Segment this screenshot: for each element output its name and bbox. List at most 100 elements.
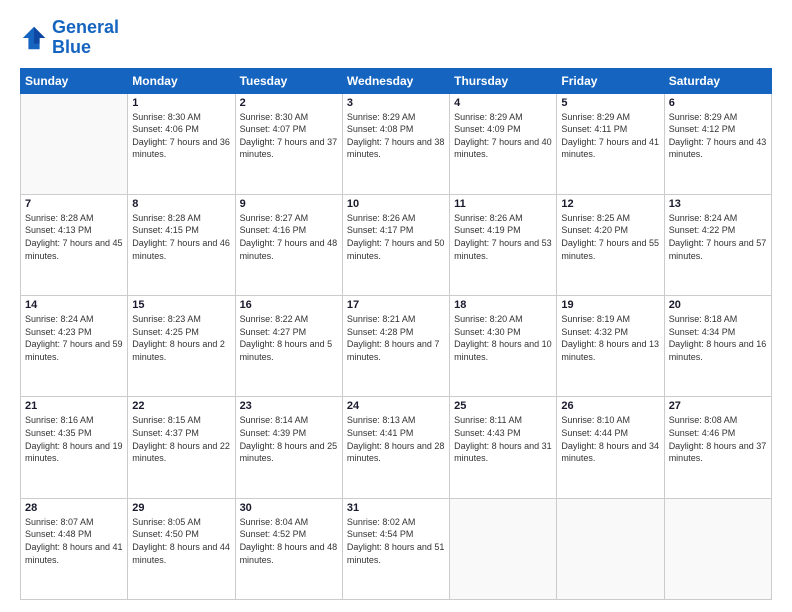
day-number: 28 — [25, 502, 123, 514]
calendar-cell: 14Sunrise: 8:24 AMSunset: 4:23 PMDayligh… — [21, 296, 128, 397]
calendar-cell: 9Sunrise: 8:27 AMSunset: 4:16 PMDaylight… — [235, 194, 342, 295]
calendar-cell: 7 Sunrise: 8:28 AMSunset: 4:13 PMDaylight… — [21, 194, 128, 295]
day-info: Sunrise: 8:08 AMSunset: 4:46 PMDaylight:… — [669, 414, 767, 464]
day-number: 4 — [454, 97, 552, 109]
day-number: 30 — [240, 502, 338, 514]
day-number: 7 — [25, 198, 123, 210]
weekday-header-sunday: Sunday — [21, 68, 128, 93]
day-number: 23 — [240, 400, 338, 412]
header: General Blue — [20, 18, 772, 58]
day-number: 1 — [132, 97, 230, 109]
day-number: 31 — [347, 502, 445, 514]
day-info: Sunrise: 8:16 AMSunset: 4:35 PMDaylight:… — [25, 414, 123, 464]
day-info: Sunrise: 8:22 AMSunset: 4:27 PMDaylight:… — [240, 313, 338, 363]
calendar-cell: 1 Sunrise: 8:30 AMSunset: 4:06 PMDaylight… — [128, 93, 235, 194]
day-info: Sunrise: 8:13 AMSunset: 4:41 PMDaylight:… — [347, 414, 445, 464]
day-info: Sunrise: 8:11 AMSunset: 4:43 PMDaylight:… — [454, 414, 552, 464]
day-number: 26 — [561, 400, 659, 412]
week-row-3: 14Sunrise: 8:24 AMSunset: 4:23 PMDayligh… — [21, 296, 772, 397]
week-row-4: 21 Sunrise: 8:16 AMSunset: 4:35 PMDayligh… — [21, 397, 772, 498]
page: General Blue SundayMondayTuesdayWednesda… — [0, 0, 792, 612]
day-number: 6 — [669, 97, 767, 109]
weekday-header-thursday: Thursday — [450, 68, 557, 93]
weekday-header-saturday: Saturday — [664, 68, 771, 93]
day-info: Sunrise: 8:29 AMSunset: 4:09 PMDaylight:… — [454, 111, 552, 161]
day-number: 21 — [25, 400, 123, 412]
day-number: 11 — [454, 198, 552, 210]
day-number: 12 — [561, 198, 659, 210]
calendar-cell: 13Sunrise: 8:24 AMSunset: 4:22 PMDayligh… — [664, 194, 771, 295]
calendar-cell: 11 Sunrise: 8:26 AMSunset: 4:19 PMDayligh… — [450, 194, 557, 295]
logo-text: General Blue — [52, 18, 119, 58]
calendar-cell: 29Sunrise: 8:05 AMSunset: 4:50 PMDayligh… — [128, 498, 235, 599]
day-info: Sunrise: 8:02 AMSunset: 4:54 PMDaylight:… — [347, 516, 445, 566]
calendar-cell: 30 Sunrise: 8:04 AMSunset: 4:52 PMDayligh… — [235, 498, 342, 599]
calendar-cell: 20Sunrise: 8:18 AMSunset: 4:34 PMDayligh… — [664, 296, 771, 397]
calendar-cell: 21 Sunrise: 8:16 AMSunset: 4:35 PMDayligh… — [21, 397, 128, 498]
calendar-cell: 15 Sunrise: 8:23 AMSunset: 4:25 PMDayligh… — [128, 296, 235, 397]
weekday-header-friday: Friday — [557, 68, 664, 93]
day-number: 25 — [454, 400, 552, 412]
weekday-header-monday: Monday — [128, 68, 235, 93]
calendar-cell: 3 Sunrise: 8:29 AMSunset: 4:08 PMDaylight… — [342, 93, 449, 194]
day-number: 3 — [347, 97, 445, 109]
day-info: Sunrise: 8:29 AMSunset: 4:12 PMDaylight:… — [669, 111, 767, 161]
calendar-cell: 18Sunrise: 8:20 AMSunset: 4:30 PMDayligh… — [450, 296, 557, 397]
day-info: Sunrise: 8:26 AMSunset: 4:19 PMDaylight:… — [454, 212, 552, 262]
day-info: Sunrise: 8:14 AMSunset: 4:39 PMDaylight:… — [240, 414, 338, 464]
week-row-1: 1 Sunrise: 8:30 AMSunset: 4:06 PMDaylight… — [21, 93, 772, 194]
day-info: Sunrise: 8:25 AMSunset: 4:20 PMDaylight:… — [561, 212, 659, 262]
day-info: Sunrise: 8:29 AMSunset: 4:11 PMDaylight:… — [561, 111, 659, 161]
day-info: Sunrise: 8:10 AMSunset: 4:44 PMDaylight:… — [561, 414, 659, 464]
day-info: Sunrise: 8:04 AMSunset: 4:52 PMDaylight:… — [240, 516, 338, 566]
day-info: Sunrise: 8:21 AMSunset: 4:28 PMDaylight:… — [347, 313, 445, 363]
calendar-cell — [664, 498, 771, 599]
logo: General Blue — [20, 18, 119, 58]
day-info: Sunrise: 8:30 AMSunset: 4:06 PMDaylight:… — [132, 111, 230, 161]
day-number: 15 — [132, 299, 230, 311]
day-info: Sunrise: 8:20 AMSunset: 4:30 PMDaylight:… — [454, 313, 552, 363]
calendar-cell — [557, 498, 664, 599]
day-number: 8 — [132, 198, 230, 210]
calendar-cell: 24Sunrise: 8:13 AMSunset: 4:41 PMDayligh… — [342, 397, 449, 498]
calendar-cell: 31 Sunrise: 8:02 AMSunset: 4:54 PMDayligh… — [342, 498, 449, 599]
day-info: Sunrise: 8:27 AMSunset: 4:16 PMDaylight:… — [240, 212, 338, 262]
day-info: Sunrise: 8:07 AMSunset: 4:48 PMDaylight:… — [25, 516, 123, 566]
calendar-table: SundayMondayTuesdayWednesdayThursdayFrid… — [20, 68, 772, 600]
calendar-cell: 2 Sunrise: 8:30 AMSunset: 4:07 PMDaylight… — [235, 93, 342, 194]
day-number: 17 — [347, 299, 445, 311]
weekday-header-tuesday: Tuesday — [235, 68, 342, 93]
calendar-cell: 4 Sunrise: 8:29 AMSunset: 4:09 PMDaylight… — [450, 93, 557, 194]
calendar-cell: 17 Sunrise: 8:21 AMSunset: 4:28 PMDayligh… — [342, 296, 449, 397]
calendar-cell: 10 Sunrise: 8:26 AMSunset: 4:17 PMDayligh… — [342, 194, 449, 295]
week-row-2: 7 Sunrise: 8:28 AMSunset: 4:13 PMDaylight… — [21, 194, 772, 295]
day-info: Sunrise: 8:19 AMSunset: 4:32 PMDaylight:… — [561, 313, 659, 363]
day-info: Sunrise: 8:15 AMSunset: 4:37 PMDaylight:… — [132, 414, 230, 464]
calendar-cell: 19 Sunrise: 8:19 AMSunset: 4:32 PMDayligh… — [557, 296, 664, 397]
day-number: 29 — [132, 502, 230, 514]
day-info: Sunrise: 8:30 AMSunset: 4:07 PMDaylight:… — [240, 111, 338, 161]
weekday-header-row: SundayMondayTuesdayWednesdayThursdayFrid… — [21, 68, 772, 93]
day-number: 2 — [240, 97, 338, 109]
day-number: 10 — [347, 198, 445, 210]
calendar-cell: 6 Sunrise: 8:29 AMSunset: 4:12 PMDaylight… — [664, 93, 771, 194]
day-info: Sunrise: 8:28 AMSunset: 4:13 PMDaylight:… — [25, 212, 123, 262]
week-row-5: 28 Sunrise: 8:07 AMSunset: 4:48 PMDayligh… — [21, 498, 772, 599]
calendar-cell: 28 Sunrise: 8:07 AMSunset: 4:48 PMDayligh… — [21, 498, 128, 599]
day-info: Sunrise: 8:29 AMSunset: 4:08 PMDaylight:… — [347, 111, 445, 161]
calendar-cell: 23 Sunrise: 8:14 AMSunset: 4:39 PMDayligh… — [235, 397, 342, 498]
day-info: Sunrise: 8:18 AMSunset: 4:34 PMDaylight:… — [669, 313, 767, 363]
day-number: 19 — [561, 299, 659, 311]
day-info: Sunrise: 8:26 AMSunset: 4:17 PMDaylight:… — [347, 212, 445, 262]
calendar-cell: 16 Sunrise: 8:22 AMSunset: 4:27 PMDayligh… — [235, 296, 342, 397]
calendar-cell — [450, 498, 557, 599]
weekday-header-wednesday: Wednesday — [342, 68, 449, 93]
day-info: Sunrise: 8:23 AMSunset: 4:25 PMDaylight:… — [132, 313, 230, 363]
day-number: 16 — [240, 299, 338, 311]
day-info: Sunrise: 8:28 AMSunset: 4:15 PMDaylight:… — [132, 212, 230, 262]
day-number: 14 — [25, 299, 123, 311]
calendar-cell: 12 Sunrise: 8:25 AMSunset: 4:20 PMDayligh… — [557, 194, 664, 295]
day-info: Sunrise: 8:24 AMSunset: 4:22 PMDaylight:… — [669, 212, 767, 262]
calendar-cell: 22Sunrise: 8:15 AMSunset: 4:37 PMDayligh… — [128, 397, 235, 498]
calendar-cell: 8 Sunrise: 8:28 AMSunset: 4:15 PMDaylight… — [128, 194, 235, 295]
